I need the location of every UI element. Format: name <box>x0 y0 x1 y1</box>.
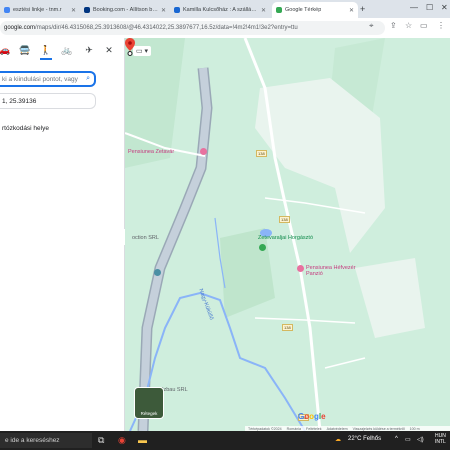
scale-label[interactable]: 100 m <box>410 427 420 431</box>
bookmark-star-icon[interactable]: ☆ <box>405 21 412 30</box>
tab-1[interactable]: Booking.com - Állítson be új b ✕ <box>80 2 170 18</box>
menu-icon[interactable]: ⋮ <box>437 21 445 30</box>
origin-placeholder: ki a kiindulási pontot, vagy <box>2 75 78 83</box>
destination-value: 1, 25.39136 <box>2 97 37 105</box>
poi-penziunea-zetavar[interactable]: Pensiunea Zetavár <box>128 149 174 155</box>
network-icon[interactable]: ▭ <box>405 436 411 443</box>
location-icon[interactable]: ⌖ <box>369 21 374 31</box>
map-data-credit[interactable]: Térképadatok ©2024 <box>248 427 282 431</box>
maximize-icon[interactable]: ☐ <box>426 3 433 12</box>
road-shield: 138 <box>282 324 293 331</box>
tab-label: esztési linkje - tnm.r <box>13 7 62 13</box>
tab-label: Google Térkép <box>285 7 322 13</box>
tab-favicon-icon <box>174 7 180 13</box>
tab-close-icon[interactable]: ✕ <box>71 7 76 14</box>
google-logo: Google <box>298 412 326 421</box>
tab-0[interactable]: esztési linkje - tnm.r ✕ <box>0 2 80 18</box>
tab-close-icon[interactable]: ✕ <box>261 7 266 14</box>
tab-close-icon[interactable]: ✕ <box>161 7 166 14</box>
taskbar-search[interactable]: e ide a kereséshez <box>0 433 92 448</box>
weather-label[interactable]: 22°C Felhős <box>348 436 381 442</box>
poi-construction[interactable]: oction SRL <box>132 235 159 241</box>
origin-input[interactable]: ki a kiindulási pontot, vagy ⌕ <box>0 71 96 87</box>
map-canvas[interactable]: ▭ ▾ Pensiunea Zetavár Zetevaraljai Horgá… <box>125 38 450 431</box>
minimize-icon[interactable]: — <box>410 3 418 12</box>
new-tab-icon[interactable]: + <box>360 4 365 14</box>
url-host: google.com <box>4 25 36 31</box>
poi-horgaszto[interactable]: Zetevaraljai Horgásztó <box>258 235 313 241</box>
travel-modes: 🚗 🚍 🚶 🚲 ✈ ✕ <box>0 42 124 60</box>
close-window-icon[interactable]: ✕ <box>441 3 448 12</box>
volume-icon[interactable]: ◁) <box>417 436 424 443</box>
sidebar-icon[interactable]: ▭ <box>420 21 428 30</box>
privacy-link[interactable]: Adatvédelem <box>327 427 348 431</box>
drive-icon[interactable]: 🚗 <box>0 42 14 58</box>
flight-icon[interactable]: ✈ <box>80 42 98 58</box>
address-bar-row: google.com/maps/dir/46.4315068,25.391360… <box>0 18 450 39</box>
road-shield: 138 <box>256 150 267 157</box>
task-view-icon[interactable]: ⧉ <box>98 435 104 446</box>
taskbar: e ide a kereséshez ⧉ ◉ ▬ ☁ 22°C Felhős ^… <box>0 431 450 450</box>
tab-favicon-icon <box>4 7 10 13</box>
suggestion-item[interactable]: rtózkodási helye <box>2 125 49 132</box>
search-icon[interactable]: ⌕ <box>86 75 90 83</box>
poi-mefvezer[interactable]: Pensiunea Héfvezér Panzió <box>306 265 366 277</box>
map-country: Románia <box>286 426 302 431</box>
tray-chevron-icon[interactable]: ^ <box>395 436 398 442</box>
road-shield: 138 <box>279 216 290 223</box>
chrome-icon[interactable]: ◉ <box>118 435 126 446</box>
transit-icon[interactable]: 🚍 <box>16 42 34 58</box>
hotel-icon[interactable] <box>297 265 304 272</box>
tab-label: Booking.com - Állítson be új b <box>93 7 158 13</box>
tab-close-icon[interactable]: ✕ <box>349 7 354 14</box>
language-layout: INTL <box>435 439 446 445</box>
url-path: /maps/dir/46.4315068,25.3913608/@46.4314… <box>35 25 298 31</box>
file-explorer-icon[interactable]: ▬ <box>138 435 147 445</box>
address-bar[interactable]: google.com/maps/dir/46.4315068,25.391360… <box>0 21 385 35</box>
measure-icon[interactable]: ▭ ▾ <box>133 46 152 56</box>
layers-label: Rétegek <box>140 411 158 416</box>
tab-label: Kamilla Kulcsőház : A szállás n <box>183 7 258 13</box>
bike-icon[interactable]: 🚲 <box>58 42 76 58</box>
hotel-icon[interactable] <box>200 148 207 155</box>
close-directions-button[interactable]: ✕ <box>100 42 118 58</box>
directions-panel: 🚗 🚍 🚶 🚲 ✈ ✕ ki a kiindulási pontot, vagy… <box>0 38 125 431</box>
tab-favicon-icon <box>84 7 90 13</box>
terms-link[interactable]: Feltételek <box>306 427 322 431</box>
business-icon[interactable] <box>154 269 161 276</box>
destination-pin-icon[interactable] <box>125 38 135 56</box>
destination-input[interactable]: 1, 25.39136 <box>0 93 96 109</box>
walk-icon[interactable]: 🚶 <box>37 42 55 60</box>
feedback-link[interactable]: Visszajelzés küldése a termékről <box>353 427 405 431</box>
maps-favicon-icon <box>276 7 282 13</box>
tab-3[interactable]: Google Térkép ✕ <box>272 2 358 18</box>
share-icon[interactable]: ⇪ <box>390 21 397 30</box>
language-label[interactable]: HUN INTL <box>435 433 446 445</box>
layers-button[interactable]: Rétegek <box>134 387 164 419</box>
taskbar-search-text: e ide a kereséshez <box>5 437 60 444</box>
weather-icon: ☁ <box>335 437 341 443</box>
tab-strip: esztési linkje - tnm.r ✕ Booking.com - Á… <box>0 0 450 18</box>
tab-2[interactable]: Kamilla Kulcsőház : A szállás n ✕ <box>170 2 270 18</box>
park-icon[interactable] <box>259 244 266 251</box>
